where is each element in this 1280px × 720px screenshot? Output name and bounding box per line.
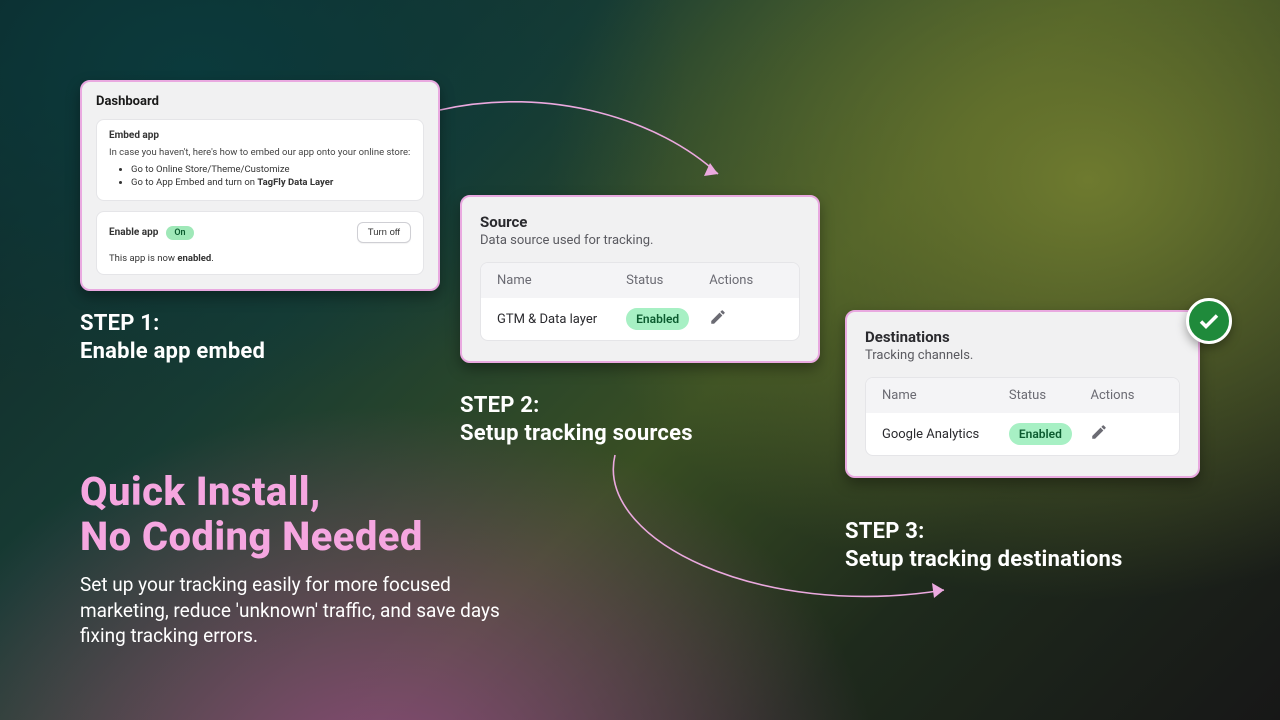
destinations-title: Destinations [865,328,1180,346]
source-row-status-pill: Enabled [626,308,689,330]
enable-app-title: Enable app [109,227,158,238]
embed-app-panel: Embed app In case you haven't, here's ho… [96,119,424,201]
pencil-icon[interactable] [1090,423,1108,441]
embed-step-2: Go to App Embed and turn on TagFly Data … [131,177,411,188]
dashboard-title: Dashboard [96,94,424,109]
pencil-icon[interactable] [709,308,727,326]
step-2-caption: STEP 2: Setup tracking sources [460,392,693,447]
col-name: Name [882,388,1009,403]
source-table: Name Status Actions GTM & Data layer Ena… [480,262,800,341]
source-title: Source [480,213,800,231]
destinations-table-header: Name Status Actions [866,378,1179,413]
enable-app-status-pill: On [166,226,193,240]
col-status: Status [626,273,709,288]
col-status: Status [1009,388,1091,403]
source-table-row: GTM & Data layer Enabled [481,298,799,340]
col-actions: Actions [1090,388,1163,403]
embed-step-1: Go to Online Store/Theme/Customize [131,164,411,175]
destinations-table-row: Google Analytics Enabled [866,413,1179,455]
hero-body: Set up your tracking easily for more foc… [80,572,510,649]
enable-app-panel: Enable app On Turn off This app is now e… [96,211,424,275]
destination-row-status-pill: Enabled [1009,423,1072,445]
step-3-caption: STEP 3: Setup tracking destinations [845,518,1123,573]
col-actions: Actions [709,273,783,288]
source-subtitle: Data source used for tracking. [480,233,800,248]
col-name: Name [497,273,626,288]
hero-title: Quick Install, No Coding Needed [80,470,423,560]
embed-app-title: Embed app [109,130,411,141]
dashboard-card: Dashboard Embed app In case you haven't,… [80,80,440,291]
embed-app-intro: In case you haven't, here's how to embed… [109,147,411,158]
flow-arrow-1 [430,90,750,210]
enable-app-status-text: This app is now enabled. [109,253,411,264]
destinations-card: Destinations Tracking channels. Name Sta… [845,310,1200,478]
step-1-caption: STEP 1: Enable app embed [80,310,265,365]
checkmark-icon [1186,298,1232,344]
turn-off-button[interactable]: Turn off [357,222,411,243]
source-table-header: Name Status Actions [481,263,799,298]
destinations-table: Name Status Actions Google Analytics Ena… [865,377,1180,456]
destination-row-name: Google Analytics [882,427,1009,442]
destinations-subtitle: Tracking channels. [865,348,1180,363]
source-row-name: GTM & Data layer [497,312,626,327]
source-card: Source Data source used for tracking. Na… [460,195,820,363]
